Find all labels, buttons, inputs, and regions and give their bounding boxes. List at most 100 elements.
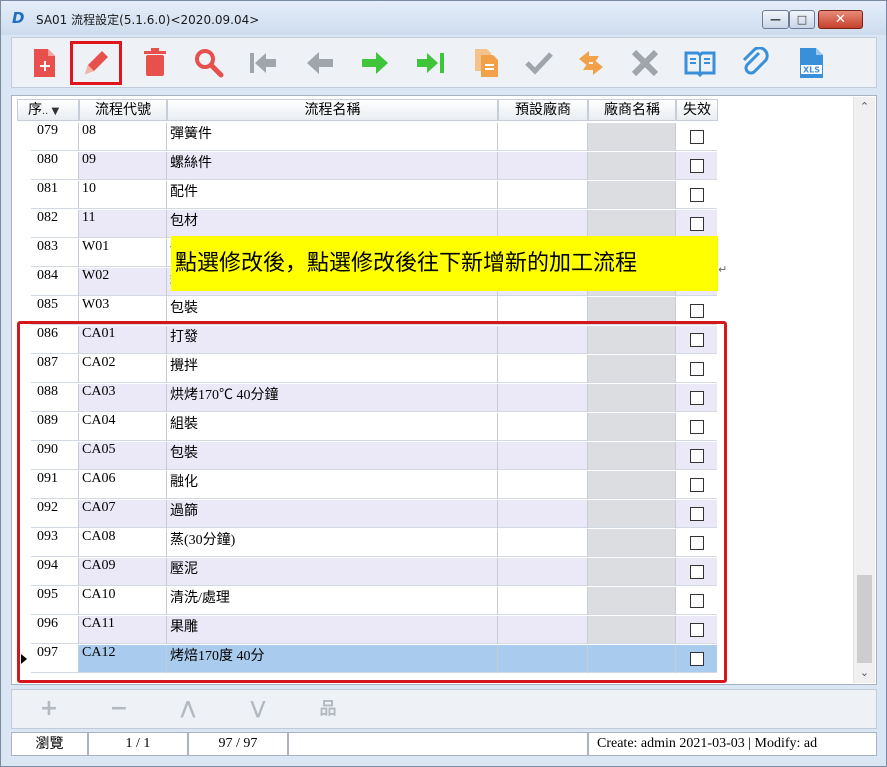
attachment-button[interactable] bbox=[732, 44, 778, 82]
refresh-button[interactable] bbox=[568, 44, 614, 82]
cell-default-vendor[interactable] bbox=[498, 181, 587, 209]
last-record-button[interactable] bbox=[408, 44, 454, 82]
cell-name[interactable]: 螺絲件 bbox=[167, 152, 497, 180]
cell-seq: 082 bbox=[31, 210, 78, 238]
vertical-scrollbar[interactable]: ⌃ ⌄ bbox=[853, 97, 875, 683]
copy-icon bbox=[475, 49, 498, 77]
scroll-up-arrow-icon[interactable]: ⌃ bbox=[854, 97, 875, 117]
export-xls-icon: XLS bbox=[800, 48, 823, 78]
table-row[interactable]: 080 09 螺絲件 bbox=[17, 152, 729, 181]
first-record-icon bbox=[250, 53, 276, 73]
cell-code[interactable]: 10 bbox=[79, 181, 166, 209]
column-chooser-icon: .. ▼ bbox=[42, 106, 60, 117]
disabled-checkbox[interactable] bbox=[690, 304, 704, 318]
add-row-button[interactable]: + bbox=[34, 696, 64, 722]
cancel-x-icon bbox=[631, 49, 659, 77]
disabled-checkbox[interactable] bbox=[690, 159, 704, 173]
cell-code[interactable]: W01 bbox=[79, 239, 166, 267]
prev-record-button[interactable] bbox=[297, 44, 343, 82]
col-header-disabled[interactable]: 失效 bbox=[676, 99, 718, 121]
col-header-seq[interactable]: 序.. ▼ bbox=[17, 99, 79, 121]
table-row[interactable]: 082 11 包材 bbox=[17, 210, 729, 239]
minimize-button[interactable]: — bbox=[762, 10, 789, 29]
status-record-count: 97 / 97 bbox=[188, 732, 288, 756]
cell-code[interactable]: W02 bbox=[79, 268, 166, 296]
prev-record-icon bbox=[307, 52, 333, 74]
confirm-check-icon bbox=[525, 52, 553, 75]
disabled-checkbox[interactable] bbox=[690, 188, 704, 202]
next-record-button[interactable] bbox=[352, 44, 398, 82]
title-bar: D SA01 流程設定(5.1.6.0)<2020.09.04> — □ ✕ bbox=[1, 1, 886, 35]
first-record-button[interactable] bbox=[240, 44, 286, 82]
disabled-checkbox[interactable] bbox=[690, 130, 704, 144]
cell-default-vendor[interactable] bbox=[498, 152, 587, 180]
minimize-icon: — bbox=[770, 13, 781, 26]
copy-button[interactable] bbox=[464, 44, 510, 82]
col-header-default-vendor[interactable]: 預設廠商 bbox=[498, 99, 588, 121]
tree-icon[interactable]: 品 bbox=[313, 696, 343, 722]
cell-disabled bbox=[676, 210, 717, 238]
toolbar: XLS bbox=[11, 37, 877, 88]
cell-name[interactable]: 包材 bbox=[167, 210, 497, 238]
table-row[interactable]: 079 08 彈簧件 bbox=[17, 123, 729, 152]
cell-seq: 083 bbox=[31, 239, 78, 267]
new-button[interactable] bbox=[21, 44, 67, 82]
grid-header: 序.. ▼ 流程代號 流程名稱 預設廠商 廠商名稱 失效 bbox=[17, 99, 729, 121]
last-record-icon bbox=[417, 53, 444, 73]
cell-code[interactable]: 11 bbox=[79, 210, 166, 238]
move-down-button[interactable]: ⋁ bbox=[243, 696, 273, 722]
instruction-callout: 點選修改後，點選修改後往下新增新的加工流程 bbox=[171, 236, 718, 291]
xls-icon-label: XLS bbox=[803, 66, 820, 75]
export-xls-button[interactable]: XLS bbox=[788, 44, 834, 82]
highlight-box bbox=[17, 321, 727, 683]
disabled-checkbox[interactable] bbox=[690, 217, 704, 231]
status-bar: 瀏覽 1 / 1 97 / 97 Create: admin 2021-03-0… bbox=[11, 732, 877, 756]
delete-button[interactable] bbox=[132, 44, 178, 82]
cell-vendor-name bbox=[588, 123, 675, 151]
cell-code[interactable]: 09 bbox=[79, 152, 166, 180]
cancel-button[interactable] bbox=[622, 44, 668, 82]
cell-disabled bbox=[676, 123, 717, 151]
status-page: 1 / 1 bbox=[88, 732, 188, 756]
col-header-code[interactable]: 流程代號 bbox=[79, 99, 167, 121]
return-mark-icon: ↵ bbox=[718, 263, 728, 276]
maximize-icon: □ bbox=[796, 13, 808, 26]
cell-vendor-name bbox=[588, 210, 675, 238]
close-button[interactable]: ✕ bbox=[818, 10, 863, 29]
app-logo-icon: D bbox=[12, 9, 25, 27]
attachment-icon bbox=[742, 47, 769, 75]
new-doc-icon bbox=[34, 49, 55, 77]
window-title: SA01 流程設定(5.1.6.0)<2020.09.04> bbox=[36, 13, 260, 27]
scroll-down-arrow-icon[interactable]: ⌄ bbox=[854, 663, 875, 683]
confirm-button[interactable] bbox=[516, 44, 562, 82]
search-button[interactable] bbox=[186, 44, 232, 82]
cell-default-vendor[interactable] bbox=[498, 210, 587, 238]
move-up-button[interactable]: ⋀ bbox=[173, 696, 203, 722]
edit-button[interactable] bbox=[70, 41, 122, 85]
cell-code[interactable]: 08 bbox=[79, 123, 166, 151]
scroll-thumb[interactable] bbox=[857, 575, 872, 663]
cell-disabled bbox=[676, 181, 717, 209]
record-nav-bar: + − ⋀ ⋁ 品 bbox=[11, 689, 877, 729]
search-icon bbox=[195, 49, 224, 78]
table-row[interactable]: 081 10 配件 bbox=[17, 181, 729, 210]
close-icon: ✕ bbox=[835, 12, 846, 27]
cell-vendor-name bbox=[588, 181, 675, 209]
remove-row-button[interactable]: − bbox=[104, 696, 134, 722]
cell-default-vendor[interactable] bbox=[498, 123, 587, 151]
cell-name[interactable]: 配件 bbox=[167, 181, 497, 209]
col-header-seq-label: 序 bbox=[28, 102, 42, 118]
main-window: D SA01 流程設定(5.1.6.0)<2020.09.04> — □ ✕ X… bbox=[0, 0, 887, 767]
cell-disabled bbox=[676, 152, 717, 180]
book-icon bbox=[684, 51, 716, 78]
cell-seq: 084 bbox=[31, 268, 78, 296]
maximize-button[interactable]: □ bbox=[789, 10, 815, 29]
col-header-name[interactable]: 流程名稱 bbox=[167, 99, 498, 121]
cell-name[interactable]: 彈簧件 bbox=[167, 123, 497, 151]
next-record-icon bbox=[362, 52, 388, 74]
status-spacer bbox=[288, 732, 588, 756]
col-header-vendor-name[interactable]: 廠商名稱 bbox=[588, 99, 676, 121]
refresh-icon bbox=[579, 51, 603, 75]
cell-seq: 080 bbox=[31, 152, 78, 180]
book-button[interactable] bbox=[677, 44, 723, 82]
